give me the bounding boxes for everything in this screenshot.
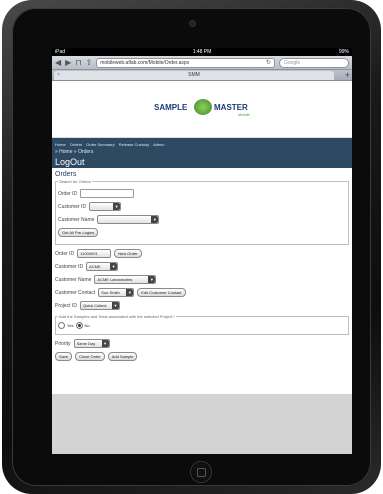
customer-id-label: Customer ID (55, 263, 84, 270)
reload-icon[interactable]: ↻ (266, 59, 271, 67)
battery: 99% (338, 49, 349, 55)
chevron-down-icon: ▼ (110, 263, 118, 270)
url-bar[interactable]: mobileweb.aflab.com/Mobile/Order.aspx ↻ (96, 57, 275, 68)
chevron-down-icon: ▼ (151, 216, 159, 223)
no-radio[interactable] (75, 322, 83, 329)
nav-orders[interactable]: Orders (70, 142, 82, 147)
customer-id-value: ACME (89, 264, 101, 269)
ipad-device: iPad 1:48 PM 99% ◀ ▶ ⊓ ⇪ mobileweb.aflab… (2, 0, 381, 494)
chevron-down-icon: ▼ (111, 302, 119, 309)
customer-id-select[interactable]: ACME ▼ (86, 262, 119, 271)
nav-bar: Home Orders Order Summary Release Custod… (52, 138, 352, 168)
customer-contact-label: Customer Contact (55, 289, 96, 296)
edit-customer-contact-button[interactable]: Edit Customer Contact (137, 288, 186, 297)
status-bar: iPad 1:48 PM 99% (52, 48, 352, 56)
chevron-down-icon: ▼ (148, 276, 156, 283)
search-field[interactable]: Google (279, 57, 349, 68)
nav-order-summary[interactable]: Order Summary (86, 142, 114, 147)
tab-smm[interactable]: × SMM (54, 71, 334, 80)
chevron-down-icon: ▼ (126, 289, 134, 296)
logo-word2: MASTER (214, 103, 248, 112)
nav-admin[interactable]: Admin (153, 142, 164, 147)
bookmarks-icon[interactable]: ⊓ (75, 58, 81, 68)
header-banner: SAMPLE MASTER Mobile (52, 81, 352, 138)
logo-tagline: Mobile (238, 112, 250, 117)
logo-mark-icon (194, 99, 212, 115)
tab-title: SMM (188, 72, 200, 78)
search-customer-id-label: Customer ID (58, 203, 87, 210)
share-icon[interactable]: ⇪ (86, 58, 93, 68)
empty-page-area (52, 394, 352, 454)
search-order-id-input[interactable] (80, 189, 135, 198)
browser-toolbar: ◀ ▶ ⊓ ⇪ mobileweb.aflab.com/Mobile/Order… (52, 56, 352, 70)
customer-contact-select[interactable]: Sue Smith ▼ (98, 288, 135, 297)
new-tab-button[interactable]: + (345, 70, 350, 80)
page-title: Orders (55, 171, 77, 178)
close-order-button[interactable]: Close Order (75, 352, 105, 361)
url-text: mobileweb.aflab.com/Mobile/Order.aspx (100, 59, 190, 66)
priority-value: Same Day (76, 341, 96, 346)
save-button[interactable]: Save (55, 352, 73, 361)
logo-word1: SAMPLE (154, 103, 188, 112)
back-icon[interactable]: ◀ (55, 58, 61, 68)
search-legend: Search for Orders (59, 179, 91, 184)
main-content: Orders Search for Orders Order ID Custom… (52, 168, 352, 367)
clock: 1:48 PM (192, 49, 212, 55)
no-label: No (84, 323, 90, 328)
screen: iPad 1:48 PM 99% ◀ ▶ ⊓ ⇪ mobileweb.aflab… (52, 48, 352, 454)
samplemaster-logo: SAMPLE MASTER Mobile (154, 99, 254, 119)
chevron-down-icon: ▼ (113, 203, 121, 210)
yes-label: Yes (67, 323, 74, 328)
carrier: iPad (55, 49, 66, 55)
order-id-select[interactable]: 11000001 (77, 249, 112, 258)
customer-name-value: ACME Laboratories (97, 277, 133, 282)
customer-contact-value: Sue Smith (101, 290, 120, 295)
tab-bar: × SMM + (52, 70, 352, 81)
close-tab-icon[interactable]: × (57, 71, 60, 80)
nav-home[interactable]: Home (55, 142, 66, 147)
project-id-select[interactable]: Quick Collect ▼ (79, 301, 120, 310)
customer-name-select[interactable]: ACME Laboratories ▼ (94, 275, 157, 284)
order-id-label: Order ID (55, 250, 75, 257)
search-section: Search for Orders Order ID Customer ID ▼… (55, 179, 349, 245)
customer-name-label: Customer Name (55, 276, 92, 283)
new-order-button[interactable]: New Order (114, 249, 142, 258)
breadcrumb: » Home » Orders (55, 149, 94, 155)
get-all-prelogins-button[interactable]: Get All Pre-Logins (58, 228, 99, 237)
yes-radio[interactable] (58, 322, 65, 329)
project-samples-section: Add the Samples and Tests associated wit… (55, 314, 349, 335)
search-customer-id-select[interactable]: ▼ (89, 202, 122, 211)
search-order-id-label: Order ID (58, 190, 78, 197)
project-id-label: Project ID (55, 302, 77, 309)
nav-release-custody[interactable]: Release Custody (119, 142, 149, 147)
chevron-down-icon: ▼ (101, 340, 109, 347)
project-samples-legend: Add the Samples and Tests associated wit… (59, 314, 175, 319)
camera-icon (190, 21, 195, 26)
project-id-value: Quick Collect (82, 303, 107, 308)
search-customer-name-label: Customer Name (58, 216, 95, 223)
nav-links: Home Orders Order Summary Release Custod… (55, 142, 167, 147)
priority-label: Priority (55, 340, 71, 347)
logout-link[interactable]: LogOut (55, 157, 85, 167)
forward-icon[interactable]: ▶ (65, 58, 71, 68)
add-sample-button[interactable]: Add Sample (107, 352, 138, 361)
order-id-value: 11000001 (80, 251, 98, 256)
search-customer-name-select[interactable]: ▼ (97, 215, 160, 224)
home-button[interactable] (191, 462, 211, 482)
priority-select[interactable]: Same Day ▼ (73, 339, 110, 348)
